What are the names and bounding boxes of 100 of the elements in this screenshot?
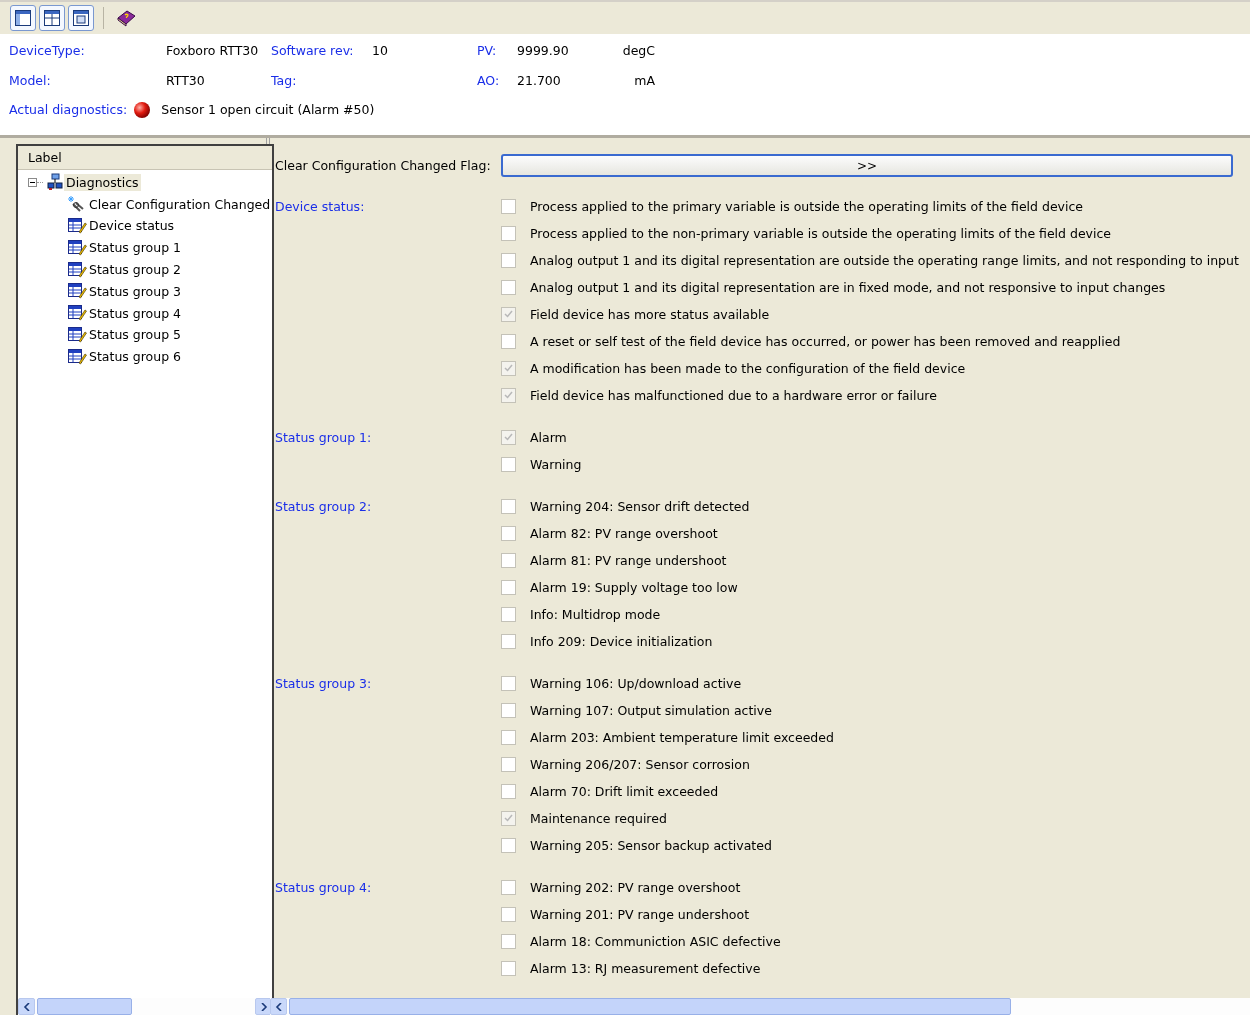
checkbox[interactable] — [501, 579, 516, 595]
unit-label: mA — [633, 72, 655, 88]
field-label: AO: — [477, 72, 501, 88]
field-value: 9999.90 — [517, 43, 570, 59]
checkbox-label: Alarm 18: Communiction ASIC defective — [530, 933, 781, 949]
field-value: RTT30 — [166, 72, 206, 88]
checkbox-label: Alarm 203: Ambient temperature limit exceeded — [530, 729, 834, 745]
status-led-icon — [133, 100, 152, 119]
checkbox-label: Warning 106: Up/download active — [530, 675, 742, 691]
check-icon — [504, 391, 513, 399]
field-label: Tag: — [271, 72, 298, 88]
column-header[interactable]: Label — [18, 145, 273, 170]
tree-item[interactable]: Clear Configuration Changed — [87, 195, 273, 213]
checkbox[interactable] — [501, 333, 516, 349]
checkbox-label: Analog output 1 and its digital representation are outside the operating range limits, and not responding to input — [530, 252, 1239, 268]
checkbox[interactable] — [501, 702, 516, 718]
checkbox-label: Warning 204: Sensor drift detected — [530, 498, 750, 514]
tree-item[interactable]: Status group 1 — [87, 239, 184, 257]
table-edit-icon — [67, 282, 87, 301]
collapse-icon[interactable] — [28, 177, 37, 187]
group-label: Device status: — [275, 197, 366, 216]
table-edit-icon — [67, 347, 87, 366]
checkbox-label: Field device has more status available — [530, 306, 770, 322]
field-value: 10 — [372, 43, 389, 59]
scroll-left-icon[interactable] — [18, 998, 35, 1015]
checkbox[interactable] — [501, 198, 516, 214]
unit-label: degC — [621, 43, 655, 59]
checkbox[interactable] — [501, 810, 516, 826]
table-edit-icon — [67, 217, 87, 235]
checkbox[interactable] — [501, 729, 516, 745]
checkbox-label: Info: Multidrop mode — [530, 606, 661, 622]
scroll-right-icon[interactable] — [255, 998, 273, 1015]
layout-icon[interactable] — [39, 5, 65, 31]
scroll-left-icon[interactable] — [270, 998, 287, 1015]
clear-flag-button[interactable]: >> — [501, 154, 1233, 177]
checkbox[interactable] — [501, 225, 516, 241]
checkbox[interactable] — [501, 525, 516, 541]
field-label: Model: — [9, 72, 52, 88]
checkbox[interactable] — [501, 606, 516, 622]
checkbox[interactable] — [501, 906, 516, 922]
checkbox-label: Maintenance required — [530, 810, 667, 826]
group-label: Status group 1: — [275, 428, 373, 447]
field-value: 21.700 — [517, 72, 562, 88]
field-label: DeviceType: — [9, 43, 86, 59]
checkbox-label: Analog output 1 and its digital representation are in fixed mode, and not responsive to input changes — [530, 279, 1166, 295]
checkbox-label: A reset or self test of the field device has occurred, or power has been removed and reapplied — [530, 333, 1121, 349]
checkbox-label: Warning 107: Output simulation active — [530, 702, 772, 718]
check-icon — [504, 310, 513, 318]
checkbox[interactable] — [501, 783, 516, 799]
field-label: PV: — [477, 43, 498, 59]
group-label: Status group 3: — [275, 674, 373, 693]
group-label: Status group 2: — [275, 497, 373, 516]
checkbox[interactable] — [501, 837, 516, 853]
checkbox-label: Alarm 13: RJ measurement defective — [530, 960, 761, 976]
group-label: Status group 4: — [275, 878, 373, 897]
tree-item[interactable]: Status group 3 — [87, 282, 184, 300]
checkbox-label: Warning 205: Sensor backup activated — [530, 837, 772, 853]
scroll-thumb[interactable] — [37, 998, 132, 1015]
checkbox[interactable] — [501, 498, 516, 514]
network-icon — [46, 173, 64, 192]
checkbox[interactable] — [501, 933, 516, 949]
table-edit-icon — [67, 325, 87, 344]
field-value: Sensor 1 open circuit (Alarm #50) — [161, 102, 375, 118]
tree-item[interactable]: Device status — [87, 217, 177, 235]
checkbox-label: Alarm 70: Drift limit exceeded — [530, 783, 719, 799]
check-icon — [504, 814, 513, 822]
checkbox[interactable] — [501, 675, 516, 691]
checkbox[interactable] — [501, 306, 516, 322]
checkbox-label: Warning 201: PV range undershoot — [530, 906, 750, 922]
checkbox[interactable] — [501, 456, 516, 472]
checkbox-label: Warning — [530, 456, 582, 472]
tree-item[interactable]: Diagnostics — [64, 173, 141, 191]
field-label: Clear Configuration Changed Flag: — [275, 158, 492, 173]
checkbox[interactable] — [501, 633, 516, 649]
tree-item[interactable]: Status group 6 — [87, 348, 184, 366]
field-value: Foxboro RTT30 — [166, 43, 260, 59]
tree-item[interactable]: Status group 2 — [87, 261, 184, 279]
checkbox[interactable] — [501, 360, 516, 376]
check-icon — [504, 433, 513, 441]
table-edit-icon — [67, 260, 87, 279]
checkbox[interactable] — [501, 252, 516, 268]
checkbox[interactable] — [501, 879, 516, 895]
checkbox-label: Process applied to the non-primary variable is outside the operating limits of the field device — [530, 225, 1112, 241]
layout-icon[interactable] — [10, 5, 36, 31]
checkbox-label: Alarm 19: Supply voltage too low — [530, 579, 738, 595]
checkbox-label: Process applied to the primary variable is outside the operating limits of the field device — [530, 198, 1084, 214]
scroll-thumb[interactable] — [289, 998, 1011, 1015]
checkbox[interactable] — [501, 756, 516, 772]
checkbox[interactable] — [501, 552, 516, 568]
checkbox[interactable] — [501, 960, 516, 976]
checkbox-label: Alarm 81: PV range undershoot — [530, 552, 727, 568]
checkbox[interactable] — [501, 429, 516, 445]
checkbox-label: Warning 202: PV range overshoot — [530, 879, 741, 895]
window-icon[interactable] — [68, 5, 94, 31]
field-label: Actual diagnostics: — [9, 102, 128, 118]
table-edit-icon — [67, 304, 87, 323]
checkbox[interactable] — [501, 279, 516, 295]
tree-item[interactable]: Status group 5 — [87, 326, 184, 344]
tree-item[interactable]: Status group 4 — [87, 304, 184, 322]
checkbox[interactable] — [501, 387, 516, 403]
